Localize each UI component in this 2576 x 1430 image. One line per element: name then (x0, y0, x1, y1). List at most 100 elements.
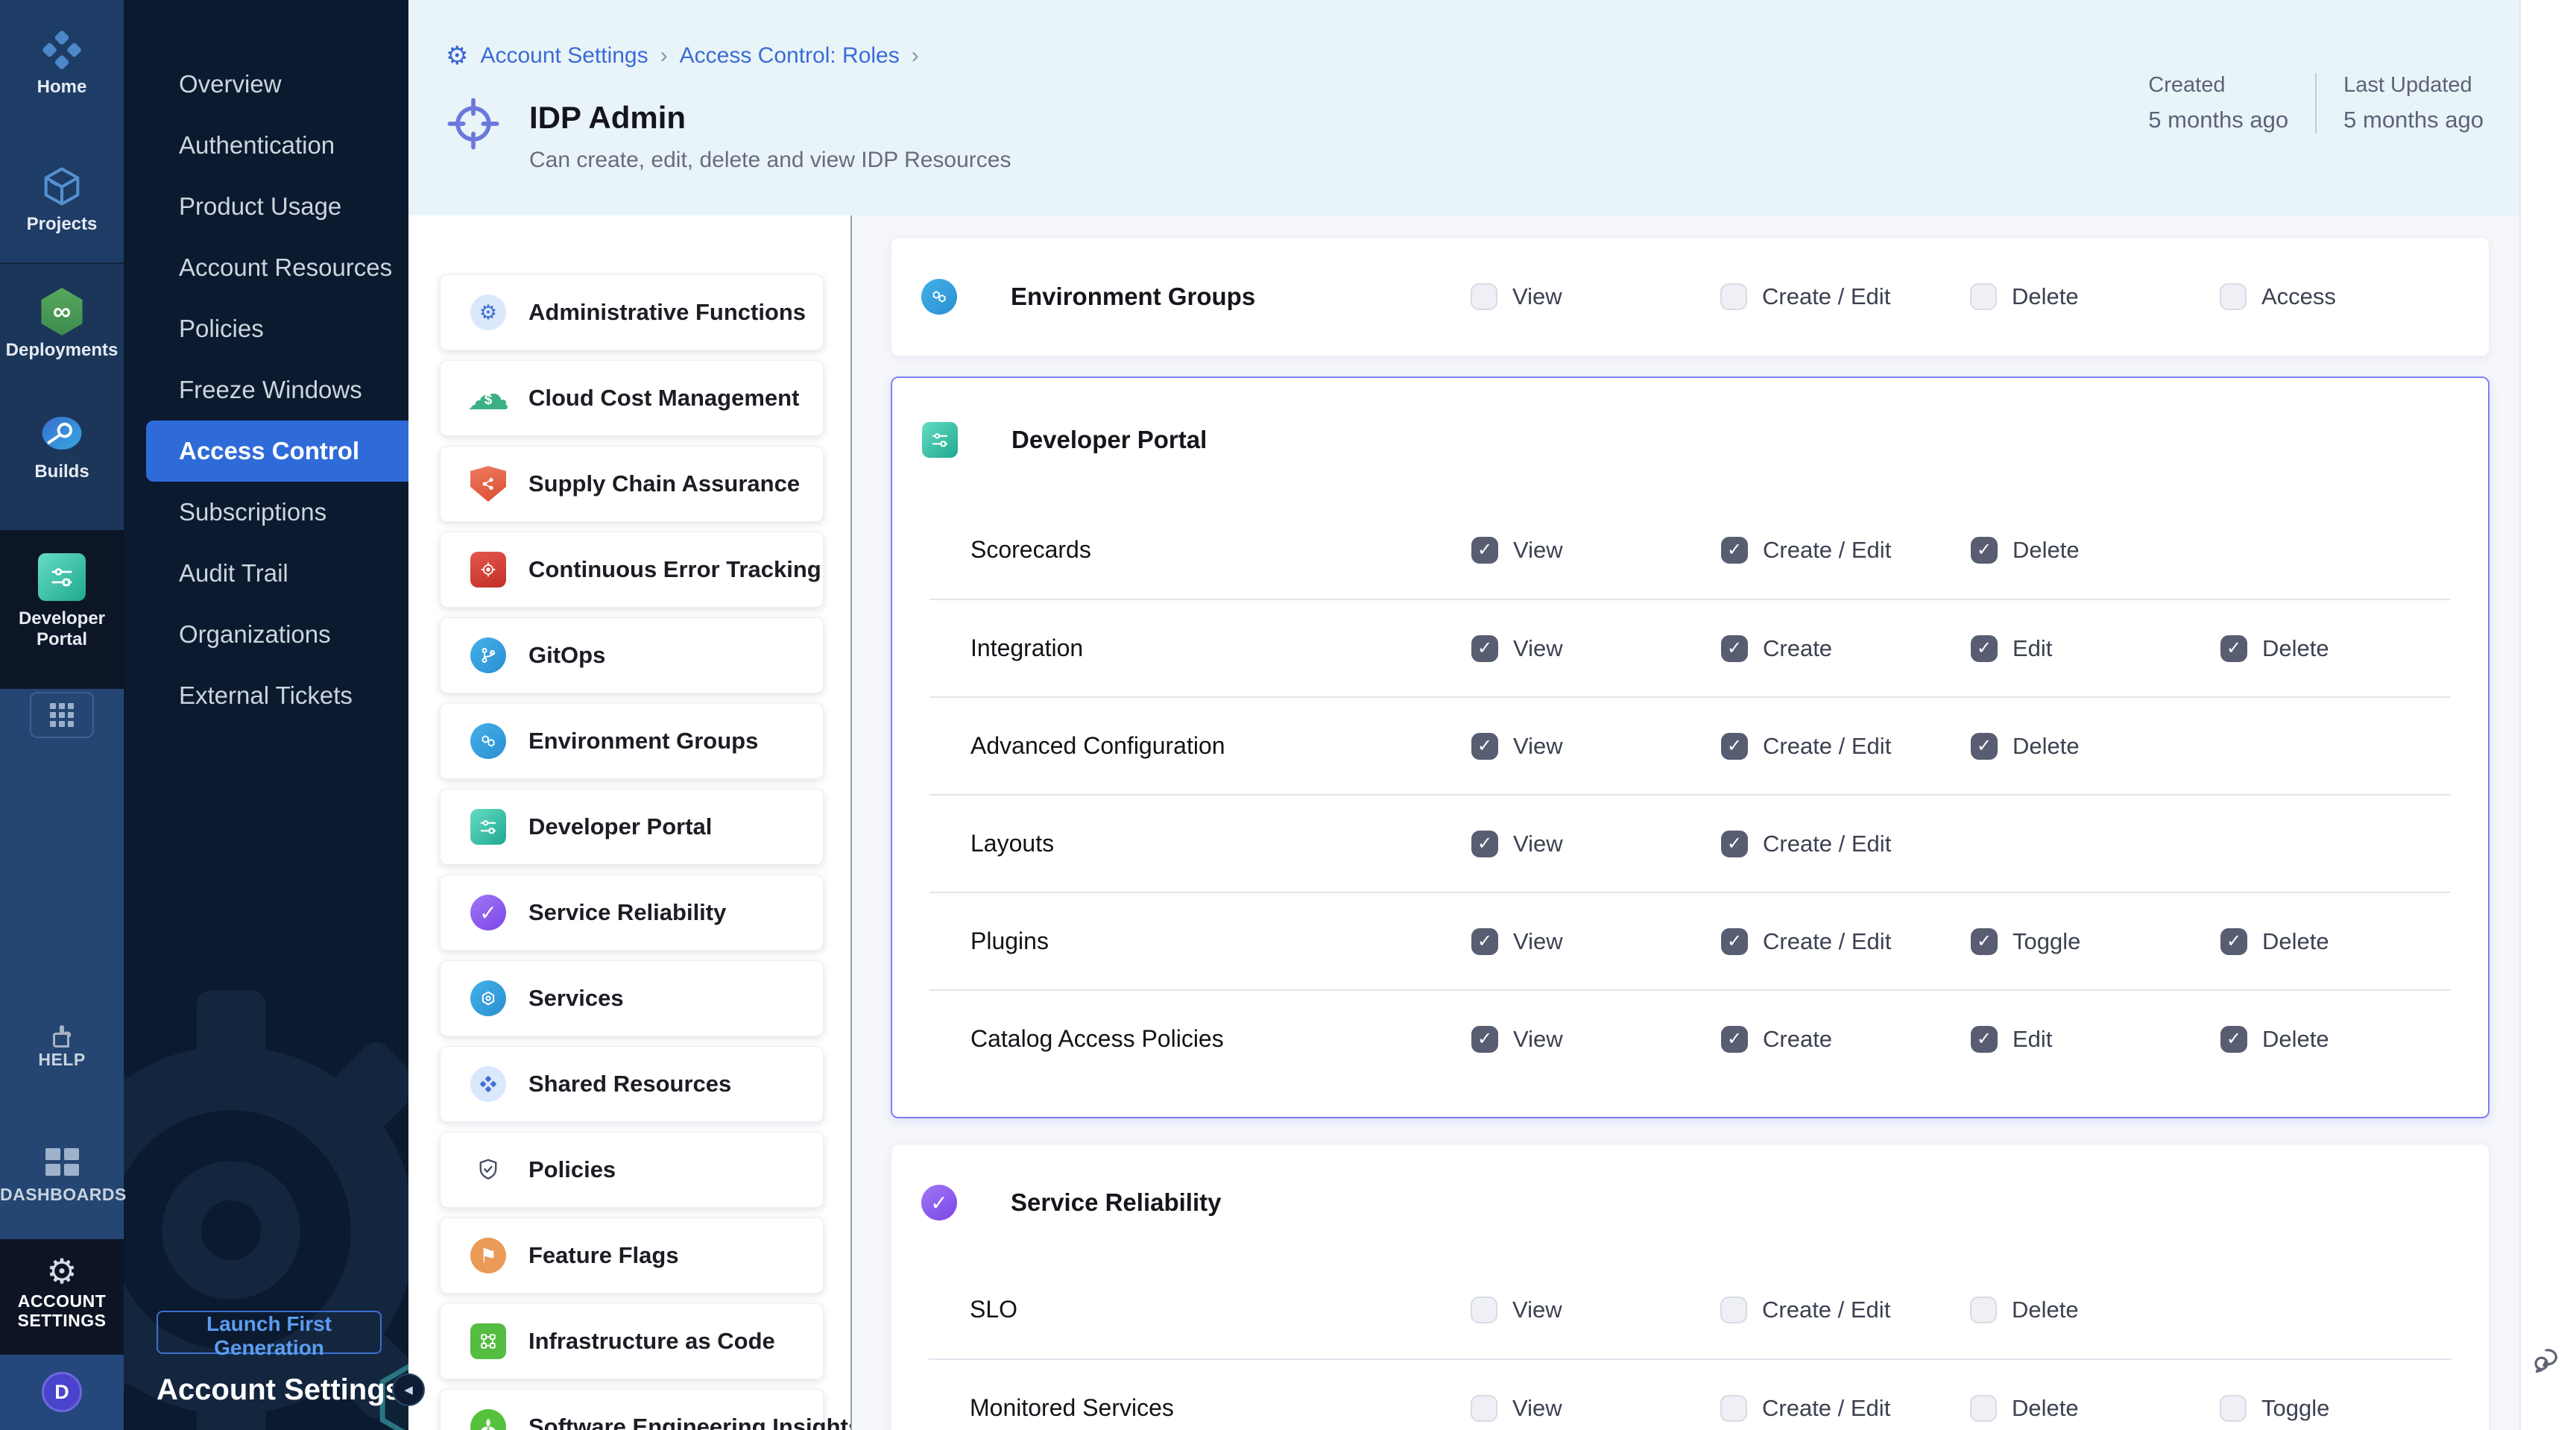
rail-item-deployments[interactable]: Deployments (0, 288, 124, 361)
sidebar-item-freeze-windows[interactable]: Freeze Windows (124, 359, 408, 421)
meta-divider (2315, 73, 2317, 133)
sidebar-item-external-tickets[interactable]: External Tickets (124, 665, 408, 726)
permission-checkbox[interactable] (2220, 1026, 2247, 1053)
permission-checkbox[interactable] (2220, 283, 2247, 310)
card-header: Environment Groups (921, 279, 1471, 315)
permission-checkbox[interactable] (1721, 1026, 1748, 1053)
support-chat-icon[interactable] (2530, 1341, 2567, 1382)
permission-label: Toggle (2261, 1395, 2329, 1422)
sidebar-item-access-control[interactable]: Access Control (146, 421, 408, 482)
category-cloud-cost-management[interactable]: Cloud Cost Management (440, 360, 824, 436)
category-service-reliability[interactable]: Service Reliability (440, 875, 824, 951)
sidebar-collapse-button[interactable] (392, 1373, 425, 1406)
rail-item-help[interactable]: HELP (0, 1027, 124, 1069)
rail-item-module-picker[interactable] (0, 692, 124, 738)
permission-checkbox[interactable] (1970, 1395, 1997, 1422)
card-header: Developer Portal (892, 378, 2488, 501)
rail-item-dashboards[interactable]: DASHBOARDS (0, 1148, 124, 1204)
category-gitops[interactable]: GitOps (440, 617, 824, 693)
permission-checkbox[interactable] (1970, 283, 1997, 310)
permission-checkbox[interactable] (1471, 537, 1498, 564)
breadcrumb-gear-icon (446, 43, 468, 69)
permission-checkbox[interactable] (1471, 635, 1498, 662)
permission-checkbox[interactable] (1970, 1297, 1997, 1323)
category-policies[interactable]: Policies (440, 1132, 824, 1208)
sidebar-item-subscriptions[interactable]: Subscriptions (124, 482, 408, 543)
permission-label: Access (2261, 283, 2336, 310)
permission-checkbox[interactable] (1721, 537, 1748, 564)
sidebar-item-policies[interactable]: Policies (124, 298, 408, 359)
rail-item-label: Projects (0, 214, 124, 235)
category-environment-groups[interactable]: Environment Groups (440, 703, 824, 779)
permission-checkbox[interactable] (1721, 831, 1748, 857)
rail-item-developer-portal[interactable]: Developer Portal (0, 553, 124, 649)
check-icon (2226, 1030, 2241, 1048)
card-title: Service Reliability (1011, 1188, 1221, 1217)
permission-checkbox[interactable] (1971, 733, 1998, 760)
permission-checkbox[interactable] (2220, 635, 2247, 662)
row-label: Plugins (970, 927, 1471, 955)
category-shared-resources[interactable]: Shared Resources (440, 1046, 824, 1122)
permission-checkbox[interactable] (2220, 928, 2247, 955)
category-services[interactable]: Services (440, 960, 824, 1036)
sidebar-item-organizations[interactable]: Organizations (124, 604, 408, 665)
permission-row-slo: SLO View Create / Edit Delete (929, 1261, 2452, 1358)
category-supply-chain-assurance[interactable]: Supply Chain Assurance (440, 446, 824, 522)
permission-checkbox[interactable] (2220, 1395, 2247, 1422)
permission-label: View (1513, 635, 1563, 662)
permission-checkbox[interactable] (1471, 831, 1498, 857)
permission-checkbox[interactable] (1971, 928, 1998, 955)
category-feature-flags[interactable]: Feature Flags (440, 1218, 824, 1294)
permission-label: View (1513, 928, 1563, 955)
sidebar-item-product-usage[interactable]: Product Usage (124, 176, 408, 237)
permission-checkbox[interactable] (1720, 283, 1747, 310)
permission-row-advanced-configuration: Advanced Configuration View Create / Edi… (929, 696, 2451, 794)
permission-label: Delete (2012, 733, 2080, 760)
breadcrumb-separator: › (660, 43, 668, 69)
permission-checkbox[interactable] (1971, 537, 1998, 564)
permission-checkbox[interactable] (1971, 635, 1998, 662)
category-software-engineering-insights[interactable]: Software Engineering Insights (440, 1389, 824, 1430)
permission-checkbox[interactable] (1471, 1026, 1498, 1053)
permission-checkbox[interactable] (1471, 928, 1498, 955)
category-developer-portal[interactable]: Developer Portal (440, 789, 824, 865)
permission-checkbox[interactable] (1720, 1395, 1747, 1422)
check-icon (1727, 640, 1742, 658)
permission-row-catalog-access-policies: Catalog Access Policies View Create Edit… (929, 989, 2451, 1087)
permission-checkbox[interactable] (1471, 733, 1498, 760)
permission-card-developer-portal: Developer Portal Scorecards View Create … (891, 377, 2490, 1118)
dashboards-grid-icon (45, 1148, 79, 1176)
breadcrumb-access-control-roles[interactable]: Access Control: Roles (680, 43, 900, 69)
check-icon (1727, 835, 1742, 853)
check-icon (1977, 541, 1992, 559)
sidebar-item-account-resources[interactable]: Account Resources (124, 237, 408, 298)
permission-checkbox[interactable] (1971, 1026, 1998, 1053)
permission-checkbox[interactable] (1471, 1297, 1497, 1323)
category-continuous-error-tracking[interactable]: Continuous Error Tracking (440, 532, 824, 608)
category-label: Cloud Cost Management (528, 385, 799, 412)
permission-checkbox[interactable] (1471, 283, 1497, 310)
permission-checkbox[interactable] (1721, 928, 1748, 955)
card-title: Environment Groups (1011, 283, 1255, 311)
rail-item-home[interactable]: Home (0, 27, 124, 98)
permission-checkbox[interactable] (1471, 1395, 1497, 1422)
rail-item-user[interactable]: D (0, 1372, 124, 1412)
category-administrative-functions[interactable]: Administrative Functions (440, 274, 824, 350)
admin-functions-gear-icon (470, 294, 506, 330)
permission-checkbox[interactable] (1721, 635, 1748, 662)
launch-first-generation-button[interactable]: Launch First Generation (157, 1311, 382, 1354)
rail-item-projects[interactable]: Projects (0, 163, 124, 235)
permission-checkbox[interactable] (1720, 1297, 1747, 1323)
rail-item-builds[interactable]: Builds (0, 409, 124, 482)
permission-label: Edit (2012, 635, 2052, 662)
sidebar-item-authentication[interactable]: Authentication (124, 115, 408, 176)
breadcrumb-separator: › (912, 43, 919, 69)
resource-category-panel: Administrative Functions Cloud Cost Mana… (408, 215, 852, 1430)
sidebar-item-audit-trail[interactable]: Audit Trail (124, 543, 408, 604)
rail-item-account-settings[interactable]: ACCOUNT SETTINGS (0, 1254, 124, 1331)
permission-checkbox[interactable] (1721, 733, 1748, 760)
check-icon (1477, 1030, 1492, 1048)
sidebar-item-overview[interactable]: Overview (124, 54, 408, 115)
breadcrumb-account-settings[interactable]: Account Settings (480, 43, 648, 69)
category-infrastructure-as-code[interactable]: Infrastructure as Code (440, 1303, 824, 1379)
